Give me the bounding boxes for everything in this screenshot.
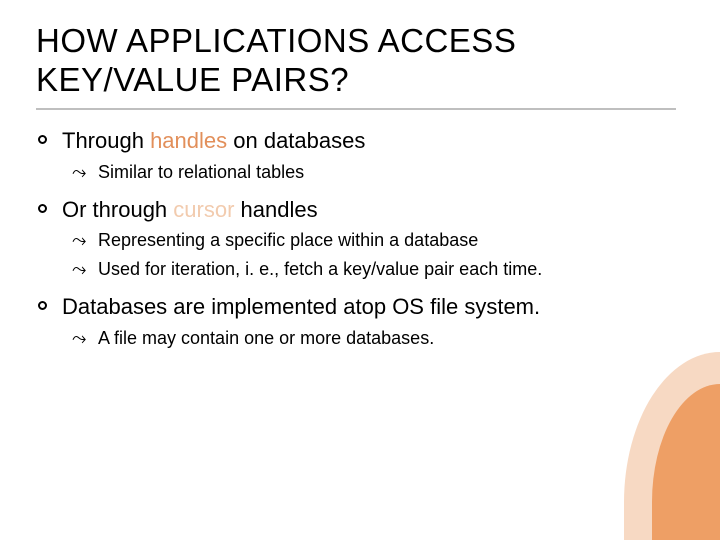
sub-text: Representing a specific place within a d… bbox=[98, 230, 478, 250]
slide: HOW APPLICATIONS ACCESS KEY/VALUE PAIRS?… bbox=[0, 0, 720, 540]
swirl-icon: ⤳ bbox=[72, 257, 86, 282]
title-divider bbox=[36, 108, 676, 110]
slide-title: HOW APPLICATIONS ACCESS KEY/VALUE PAIRS? bbox=[36, 22, 684, 100]
sub-list: ⤳ Similar to relational tables bbox=[62, 160, 684, 185]
sub-item: ⤳ Similar to relational tables bbox=[70, 160, 684, 185]
sub-list: ⤳ A file may contain one or more databas… bbox=[62, 326, 684, 351]
swirl-icon: ⤳ bbox=[72, 228, 86, 253]
corner-decoration bbox=[620, 350, 720, 540]
bullet-text-pre: Or through bbox=[62, 197, 173, 222]
bullet-list: Through handles on databases ⤳ Similar t… bbox=[36, 126, 684, 351]
bullet-text-post: handles bbox=[234, 197, 317, 222]
swirl-icon: ⤳ bbox=[72, 326, 86, 351]
sub-list: ⤳ Representing a specific place within a… bbox=[62, 228, 684, 281]
sub-text: Used for iteration, i. e., fetch a key/v… bbox=[98, 259, 542, 279]
title-line-1: HOW APPLICATIONS ACCESS bbox=[36, 22, 516, 59]
bullet-item: Or through cursor handles ⤳ Representing… bbox=[36, 195, 684, 282]
sub-item: ⤳ A file may contain one or more databas… bbox=[70, 326, 684, 351]
sub-text: Similar to relational tables bbox=[98, 162, 304, 182]
bullet-text-accent: handles bbox=[150, 128, 227, 153]
sub-item: ⤳ Used for iteration, i. e., fetch a key… bbox=[70, 257, 684, 282]
bullet-text-post: on databases bbox=[227, 128, 365, 153]
title-line-2: KEY/VALUE PAIRS? bbox=[36, 61, 349, 98]
bullet-text-pre: Through bbox=[62, 128, 150, 153]
bullet-text-pre: Databases are implemented atop OS file s… bbox=[62, 294, 540, 319]
bullet-text-accent: cursor bbox=[173, 197, 234, 222]
swirl-icon: ⤳ bbox=[72, 160, 86, 185]
sub-text: A file may contain one or more databases… bbox=[98, 328, 434, 348]
bullet-item: Databases are implemented atop OS file s… bbox=[36, 292, 684, 351]
sub-item: ⤳ Representing a specific place within a… bbox=[70, 228, 684, 253]
bullet-item: Through handles on databases ⤳ Similar t… bbox=[36, 126, 684, 185]
